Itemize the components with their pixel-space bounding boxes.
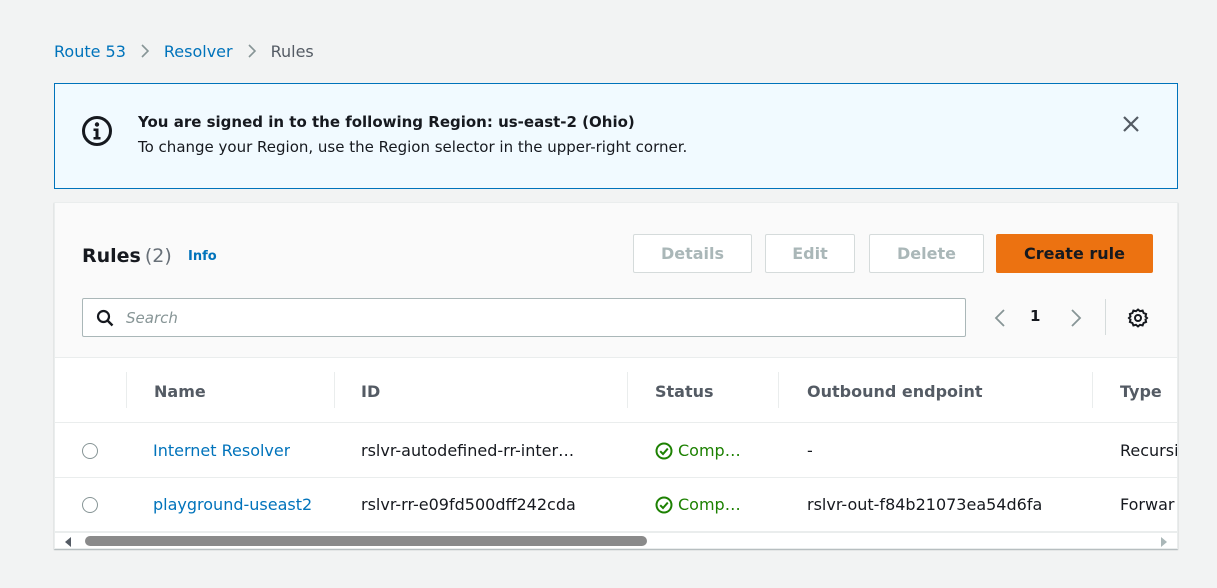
rule-outbound-endpoint: -	[807, 441, 813, 460]
breadcrumb-route53-link[interactable]: Route 53	[54, 42, 126, 61]
info-link[interactable]: Info	[188, 249, 217, 264]
column-divider	[126, 372, 127, 408]
rule-type: Forwar	[1120, 495, 1175, 514]
column-header-outbound-endpoint[interactable]: Outbound endpoint	[807, 382, 983, 401]
search-icon	[96, 309, 114, 327]
banner-text: To change your Region, use the Region se…	[138, 138, 688, 156]
info-icon	[81, 115, 113, 147]
page: Route 53 Resolver Rules You are signed i…	[0, 0, 1217, 588]
pagination-current-page[interactable]: 1	[1030, 307, 1040, 325]
rule-name-link[interactable]: playground-useast2	[153, 495, 312, 514]
region-info-banner: You are signed in to the following Regio…	[54, 83, 1178, 189]
check-circle-icon	[655, 442, 673, 459]
column-header-name[interactable]: Name	[154, 382, 206, 401]
breadcrumb-resolver-link[interactable]: Resolver	[164, 42, 233, 61]
rule-id: rslvr-autodefined-rr-inter…	[361, 441, 575, 460]
breadcrumb: Route 53 Resolver Rules	[54, 40, 314, 62]
column-header-type[interactable]: Type	[1120, 382, 1162, 401]
column-header-id[interactable]: ID	[361, 382, 380, 401]
chevron-right-icon	[140, 43, 150, 59]
gear-icon[interactable]	[1127, 307, 1149, 329]
scroll-right-arrow-icon[interactable]	[1161, 537, 1167, 547]
close-icon[interactable]	[1121, 114, 1141, 134]
scroll-left-arrow-icon[interactable]	[65, 537, 71, 547]
chevron-right-icon[interactable]	[1069, 307, 1083, 329]
chevron-left-icon[interactable]	[993, 307, 1007, 329]
rule-id: rslvr-rr-e09fd500dff242cda	[361, 495, 576, 514]
table-column-headers: Name ID Status Outbound endpoint Type	[55, 358, 1177, 423]
rules-heading: Rules (2)	[82, 245, 172, 267]
column-divider[interactable]	[334, 372, 335, 408]
horizontal-scrollbar[interactable]	[55, 532, 1177, 548]
breadcrumb-current: Rules	[270, 41, 314, 61]
row-radio-button[interactable]	[82, 497, 98, 513]
column-divider[interactable]	[778, 372, 779, 408]
column-divider[interactable]	[1092, 372, 1093, 408]
chevron-right-icon	[247, 43, 257, 59]
status-text: Comp…	[678, 441, 741, 460]
details-button[interactable]: Details	[633, 234, 752, 273]
rule-outbound-endpoint: rslvr-out-f84b21073ea54d6fa	[807, 495, 1043, 514]
search-input[interactable]	[126, 299, 956, 336]
rule-type: Recursi	[1120, 441, 1178, 460]
table-header-area: Rules (2) Info Details Edit Delete Create…	[55, 203, 1177, 358]
scrollbar-thumb[interactable]	[85, 536, 647, 546]
row-radio-button[interactable]	[82, 443, 98, 459]
check-circle-icon	[655, 496, 673, 513]
rules-count: (2)	[144, 245, 172, 267]
rule-name-link[interactable]: Internet Resolver	[153, 441, 290, 460]
delete-button[interactable]: Delete	[869, 234, 984, 273]
banner-title: You are signed in to the following Regio…	[138, 113, 635, 131]
create-rule-button[interactable]: Create rule	[996, 234, 1153, 273]
table-row[interactable]: playground-useast2 rslvr-rr-e09fd500dff2…	[55, 478, 1177, 532]
rule-status: Comp…	[655, 495, 741, 514]
rule-status: Comp…	[655, 441, 741, 460]
table-row[interactable]: Internet Resolver rslvr-autodefined-rr-i…	[55, 424, 1177, 478]
edit-button[interactable]: Edit	[765, 234, 855, 273]
rules-table-container: Rules (2) Info Details Edit Delete Create…	[54, 202, 1178, 549]
pagination-divider	[1105, 299, 1106, 335]
column-header-status[interactable]: Status	[655, 382, 714, 401]
rules-title: Rules	[82, 245, 141, 267]
column-divider[interactable]	[627, 372, 628, 408]
status-text: Comp…	[678, 495, 741, 514]
search-box	[82, 298, 966, 337]
